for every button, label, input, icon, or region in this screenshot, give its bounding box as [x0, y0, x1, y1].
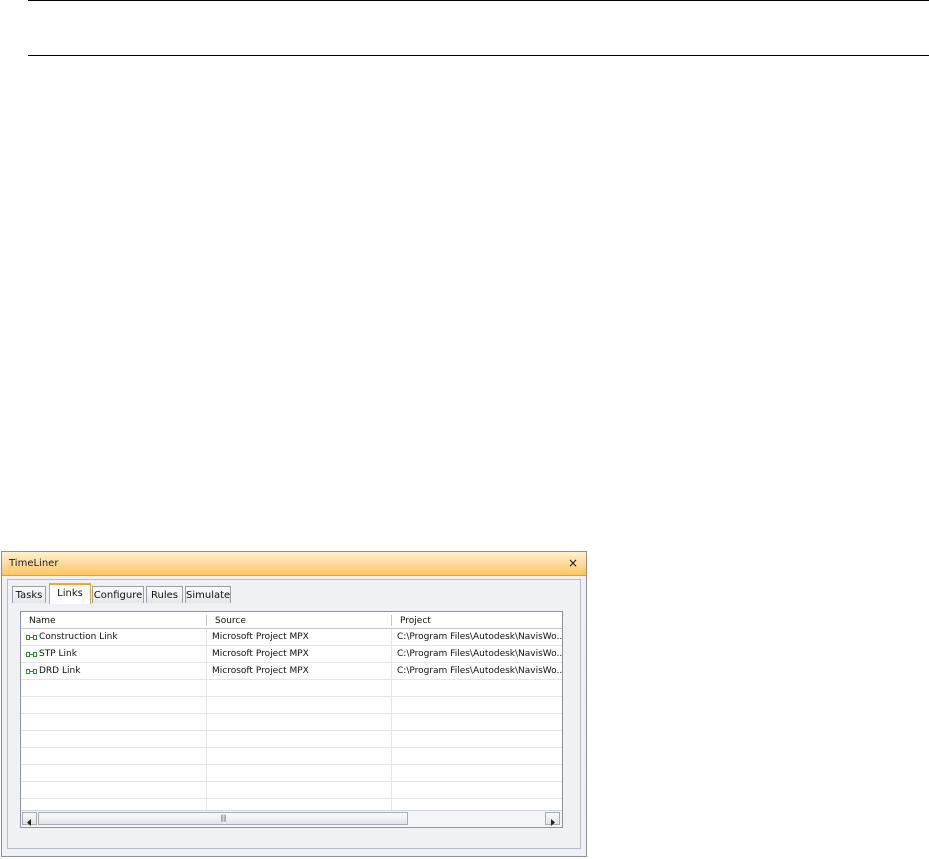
table-row[interactable]: Construction Link Microsoft Project MPX … — [21, 629, 562, 646]
grid-header: Name Source Project — [21, 612, 562, 629]
window-title: TimeLiner — [9, 558, 59, 569]
empty-row — [21, 731, 562, 748]
column-header-project[interactable]: Project — [392, 612, 562, 628]
link-icon — [26, 668, 37, 674]
row-project-cell: C:\Program Files\Autodesk\NavisWo... — [397, 666, 562, 676]
empty-row — [21, 782, 562, 799]
scroll-left-button[interactable] — [22, 812, 37, 826]
cell-divider — [206, 629, 207, 645]
row-source-cell: Microsoft Project MPX — [212, 666, 309, 676]
scroll-right-button[interactable] — [545, 812, 560, 826]
window-titlebar[interactable]: TimeLiner × — [2, 552, 586, 576]
row-name-cell: STP Link — [26, 646, 206, 662]
link-icon — [26, 634, 37, 640]
row-source-cell: Microsoft Project MPX — [212, 649, 309, 659]
horizontal-scrollbar[interactable]: |||| — [21, 810, 562, 827]
tab-rules[interactable]: Rules — [146, 586, 183, 603]
empty-row — [21, 765, 562, 782]
table-row[interactable]: DRD Link Microsoft Project MPX C:\Progra… — [21, 663, 562, 680]
cell-divider — [391, 646, 392, 662]
cell-divider — [206, 663, 207, 679]
row-source-cell: Microsoft Project MPX — [212, 632, 309, 642]
column-header-name[interactable]: Name — [21, 612, 206, 628]
tab-tasks[interactable]: Tasks — [12, 586, 46, 603]
empty-row — [21, 697, 562, 714]
cell-divider — [391, 663, 392, 679]
tab-configure[interactable]: Configure — [92, 586, 144, 603]
top-rule — [28, 0, 929, 1]
window-body: Tasks Links Configure Rules Simulate Nam… — [7, 579, 581, 849]
tab-simulate[interactable]: Simulate — [185, 586, 231, 603]
row-project-cell: C:\Program Files\Autodesk\NavisWo... — [397, 632, 562, 642]
column-header-source[interactable]: Source — [207, 612, 391, 628]
row-project-cell: C:\Program Files\Autodesk\NavisWo... — [397, 649, 562, 659]
cell-divider — [206, 646, 207, 662]
arrow-right-icon — [551, 819, 555, 826]
close-icon[interactable]: × — [566, 555, 580, 571]
link-icon — [26, 651, 37, 657]
timeliner-window: TimeLiner × Tasks Links Configure Rules … — [1, 551, 587, 857]
table-row[interactable]: STP Link Microsoft Project MPX C:\Progra… — [21, 646, 562, 663]
arrow-left-icon — [27, 819, 31, 826]
empty-row — [21, 714, 562, 731]
links-grid: Name Source Project Construction Link Mi… — [20, 611, 563, 828]
empty-row — [21, 680, 562, 697]
row-name-cell: DRD Link — [26, 663, 206, 679]
cell-divider — [391, 629, 392, 645]
scroll-thumb[interactable]: |||| — [38, 812, 408, 825]
row-name-cell: Construction Link — [26, 629, 206, 645]
bottom-rule — [28, 55, 929, 56]
tab-links[interactable]: Links — [49, 583, 91, 604]
empty-row — [21, 748, 562, 765]
